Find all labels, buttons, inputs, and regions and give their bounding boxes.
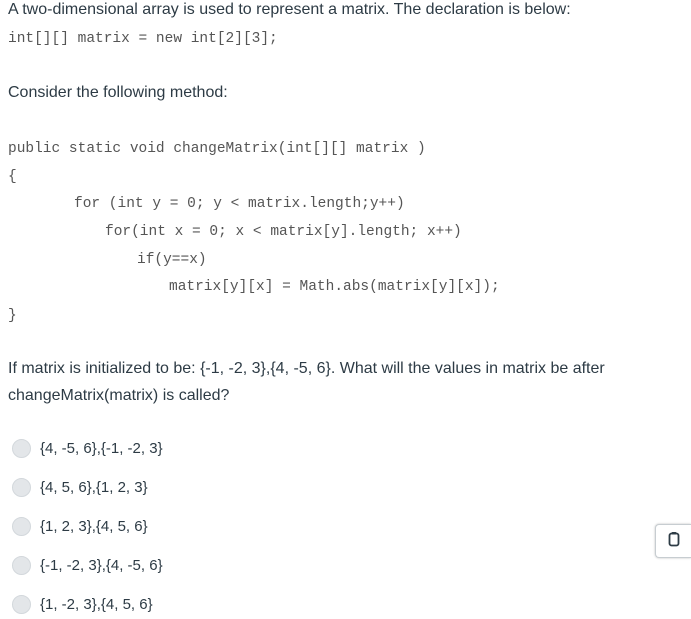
code-line-assignment: matrix[y][x] = Math.abs(matrix[y][x]); [169,279,500,295]
option-label: {1, 2, 3},{4, 5, 6} [40,517,148,535]
code-line-close-brace: } [8,308,17,324]
code-line-inner-loop: for(int x = 0; x < matrix[y].length; x++… [105,224,462,240]
code-line-outer-loop: for (int y = 0; y < matrix.length;y++) [74,196,405,212]
side-tab-button[interactable] [655,524,691,558]
answer-option[interactable]: {1, -2, 3},{4, 5, 6} [12,592,153,616]
radio-button[interactable] [12,555,31,575]
code-line-condition: if(y==x) [137,252,207,268]
answer-option[interactable]: {4, -5, 6},{-1, -2, 3} [12,436,163,460]
answer-option[interactable]: {4, 5, 6},{1, 2, 3} [12,475,148,499]
option-label: {4, 5, 6},{1, 2, 3} [40,478,148,496]
radio-button[interactable] [12,516,31,536]
clipboard-icon [668,531,680,552]
declaration-code: int[][] matrix = new int[2][3]; [8,31,278,47]
radio-button[interactable] [12,477,31,497]
option-label: {1, -2, 3},{4, 5, 6} [40,595,153,613]
answer-option[interactable]: {-1, -2, 3},{4, -5, 6} [12,553,163,577]
question-intro: A two-dimensional array is used to repre… [8,1,571,18]
radio-button[interactable] [12,594,31,614]
question-prompt: If matrix is initialized to be: {-1, -2,… [8,360,605,404]
consider-text: Consider the following method: [8,84,228,101]
option-label: {-1, -2, 3},{4, -5, 6} [40,556,163,574]
code-line-open-brace: { [8,169,17,185]
radio-button[interactable] [12,438,31,458]
answer-option[interactable]: {1, 2, 3},{4, 5, 6} [12,514,148,538]
option-label: {4, -5, 6},{-1, -2, 3} [40,439,163,457]
code-line-signature: public static void changeMatrix(int[][] … [8,141,426,157]
